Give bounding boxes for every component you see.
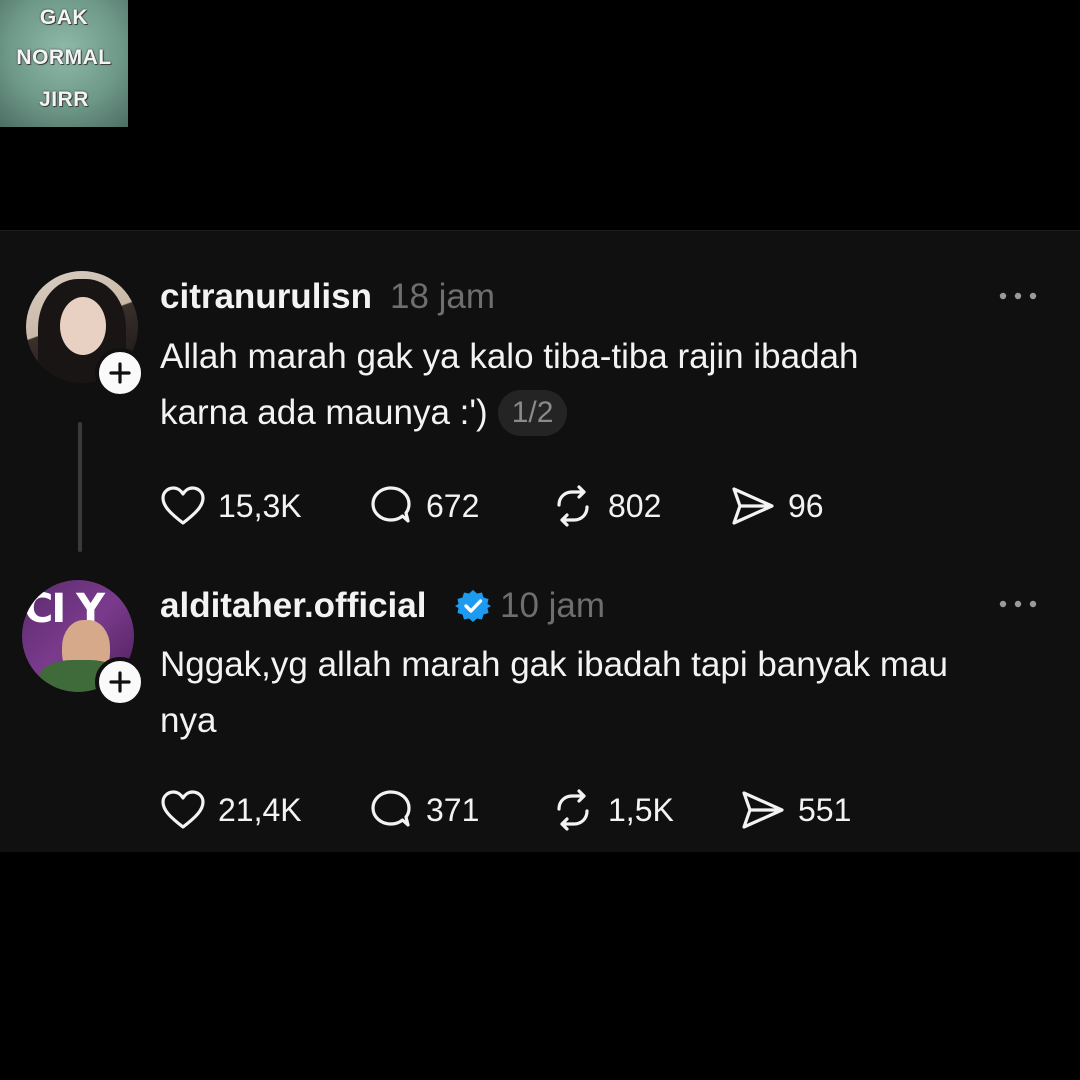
post-time: 10 jam bbox=[500, 586, 606, 625]
post-text-line: karna ada maunya :') bbox=[160, 393, 488, 432]
share-button[interactable]: 96 bbox=[730, 483, 824, 529]
verified-badge-icon bbox=[455, 590, 491, 622]
like-count: 21,4K bbox=[218, 791, 302, 828]
like-button[interactable]: 21,4K bbox=[160, 787, 302, 833]
reply-button[interactable]: 371 bbox=[368, 787, 479, 833]
page-indicator: 1/2 bbox=[497, 390, 568, 436]
watermark-line: GAK bbox=[39, 6, 89, 29]
follow-plus-button[interactable] bbox=[95, 657, 145, 707]
repost-button[interactable]: 1,5K bbox=[550, 787, 674, 833]
action-bar: 21,4K 371 1,5K 551 bbox=[160, 787, 1060, 833]
share-count: 96 bbox=[788, 487, 824, 524]
heart-icon bbox=[161, 790, 205, 829]
post-text-line: nya bbox=[160, 701, 217, 740]
more-options-icon[interactable] bbox=[998, 290, 1038, 302]
action-bar: 15,3K 672 802 96 bbox=[160, 483, 1060, 529]
share-button[interactable]: 551 bbox=[740, 787, 851, 833]
repost-count: 802 bbox=[608, 487, 662, 524]
heart-icon bbox=[161, 486, 205, 525]
reply-count: 371 bbox=[426, 791, 480, 828]
repost-icon bbox=[557, 485, 589, 527]
watermark-line: NORMAL bbox=[16, 46, 112, 69]
follow-plus-button[interactable] bbox=[95, 348, 145, 398]
threads-panel: citranurulisn 18 jam Allah marah gak ya … bbox=[0, 230, 1080, 852]
plus-icon bbox=[109, 362, 131, 384]
plus-icon bbox=[109, 671, 131, 693]
repost-icon bbox=[557, 789, 589, 831]
username[interactable]: citranurulisn bbox=[160, 277, 372, 317]
more-options-icon[interactable] bbox=[998, 598, 1038, 610]
watermark-logo: GAK NORMAL JIRR bbox=[0, 0, 128, 127]
post-text-line: Allah marah gak ya kalo tiba-tiba rajin … bbox=[160, 337, 859, 376]
repost-button[interactable]: 802 bbox=[550, 483, 661, 529]
thread-connector-line bbox=[78, 422, 82, 552]
like-count: 15,3K bbox=[218, 487, 302, 524]
post-time: 18 jam bbox=[390, 277, 496, 316]
reply-button[interactable]: 672 bbox=[368, 483, 479, 529]
comment-icon bbox=[371, 790, 411, 827]
post-text: Nggak,yg allah marah gak ibadah tapi ban… bbox=[160, 637, 1050, 749]
post-text: Allah marah gak ya kalo tiba-tiba rajin … bbox=[160, 329, 1050, 441]
reply-count: 672 bbox=[426, 487, 480, 524]
comment-icon bbox=[371, 486, 411, 523]
watermark-line: JIRR bbox=[39, 88, 89, 111]
username[interactable]: alditaher.official bbox=[160, 586, 426, 626]
like-button[interactable]: 15,3K bbox=[160, 483, 302, 529]
send-icon bbox=[742, 791, 784, 829]
post-text-line: Nggak,yg allah marah gak ibadah tapi ban… bbox=[160, 645, 948, 684]
send-icon bbox=[732, 487, 774, 525]
share-count: 551 bbox=[798, 791, 852, 828]
repost-count: 1,5K bbox=[608, 791, 674, 828]
